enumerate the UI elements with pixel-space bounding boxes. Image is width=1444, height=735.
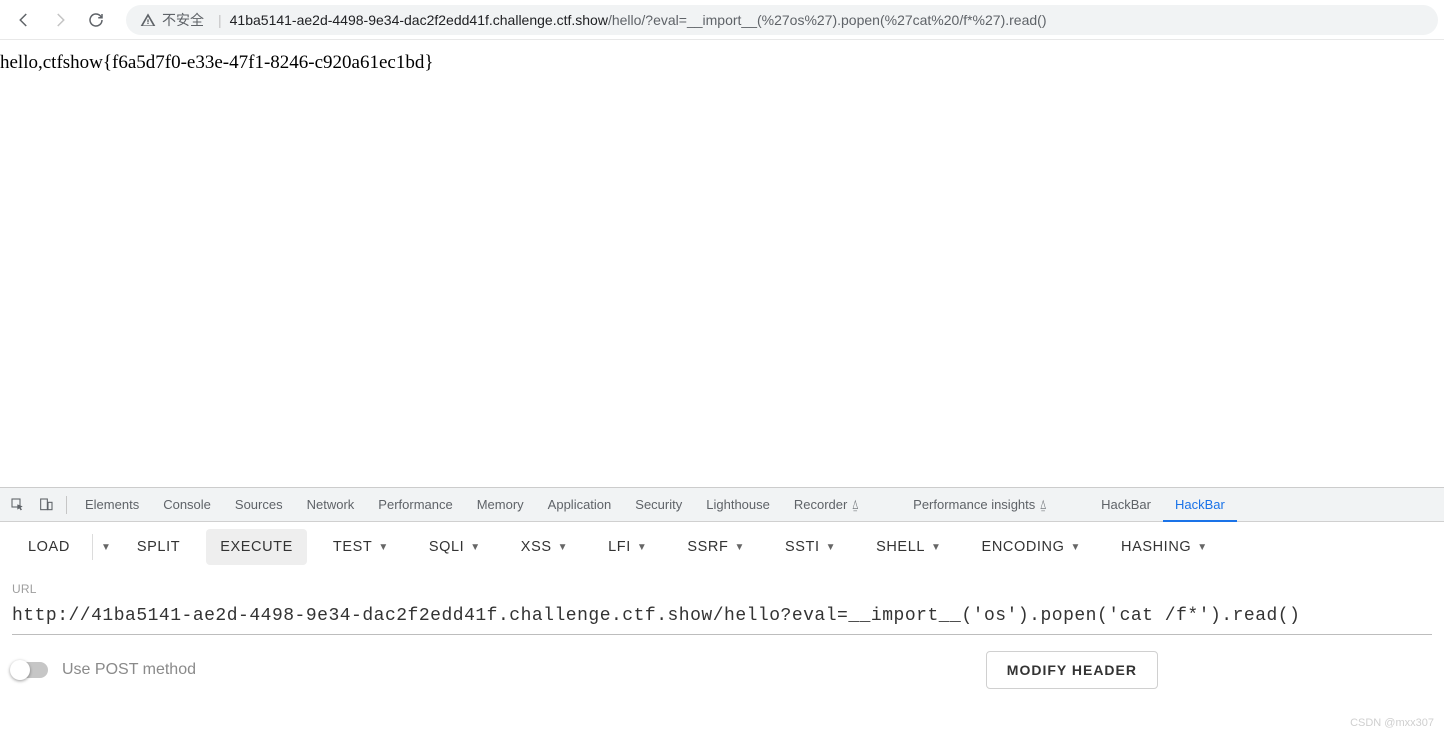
tab-sources[interactable]: Sources	[223, 488, 295, 522]
reload-button[interactable]	[80, 4, 112, 36]
tab-security[interactable]: Security	[623, 488, 694, 522]
address-host: 41ba5141-ae2d-4498-9e34-dac2f2edd41f.cha…	[230, 12, 608, 28]
tab-recorder[interactable]: Recorder ⍙	[782, 488, 871, 522]
hashing-menu-label: HASHING	[1121, 539, 1191, 555]
browser-toolbar: 不安全 | 41ba5141-ae2d-4498-9e34-dac2f2edd4…	[0, 0, 1444, 40]
inspect-button[interactable]	[4, 491, 32, 519]
sqli-menu[interactable]: SQLI ▼	[415, 529, 495, 565]
hackbar-toolbar: LOAD ▼ SPLIT EXECUTE TEST ▼ SQLI ▼ XSS ▼ LF…	[0, 522, 1444, 572]
tab-hackbar-1[interactable]: HackBar	[1089, 488, 1163, 522]
ssti-menu-label: SSTI	[785, 539, 820, 555]
lfi-menu[interactable]: LFI ▼	[594, 529, 661, 565]
hashing-menu[interactable]: HASHING ▼	[1107, 529, 1222, 565]
execute-button[interactable]: EXECUTE	[206, 529, 307, 565]
chevron-down-icon: ▼	[558, 542, 569, 553]
tab-memory[interactable]: Memory	[465, 488, 536, 522]
devtools-tab-bar: Elements Console Sources Network Perform…	[0, 488, 1444, 522]
url-field-label: URL	[12, 582, 1432, 596]
lfi-menu-label: LFI	[608, 539, 631, 555]
address-path: /hello/?eval=__import__(%27os%27).popen(…	[608, 12, 1047, 28]
chevron-down-icon: ▼	[931, 542, 942, 553]
shell-menu[interactable]: SHELL ▼	[862, 529, 955, 565]
tab-performance[interactable]: Performance	[366, 488, 464, 522]
xss-menu[interactable]: XSS ▼	[507, 529, 582, 565]
ssti-menu[interactable]: SSTI ▼	[771, 529, 850, 565]
chevron-down-icon: ▼	[378, 542, 389, 553]
test-menu-label: TEST	[333, 539, 372, 555]
insecure-warning-icon	[140, 12, 156, 28]
flask-icon: ⍙	[851, 497, 859, 512]
address-bar[interactable]: 不安全 | 41ba5141-ae2d-4498-9e34-dac2f2edd4…	[126, 5, 1438, 35]
chevron-down-icon: ▼	[826, 542, 837, 553]
post-method-toggle[interactable]	[12, 662, 48, 678]
tab-network[interactable]: Network	[295, 488, 367, 522]
post-toggle-label: Use POST method	[62, 661, 196, 679]
tab-performance-insights[interactable]: Performance insights ⍙	[901, 488, 1059, 522]
flask-icon: ⍙	[1039, 497, 1047, 512]
tab-lighthouse[interactable]: Lighthouse	[694, 488, 782, 522]
devtools-panel: Elements Console Sources Network Perform…	[0, 487, 1444, 735]
device-toggle-button[interactable]	[32, 491, 60, 519]
tab-application[interactable]: Application	[536, 488, 624, 522]
tab-hackbar-2[interactable]: HackBar	[1163, 488, 1237, 522]
reload-icon	[87, 11, 105, 29]
load-dropdown-caret[interactable]: ▼	[95, 529, 117, 565]
devtools-divider	[66, 496, 67, 514]
page-text: hello,ctfshow{f6a5d7f0-e33e-47f1-8246-c9…	[0, 52, 433, 73]
tab-recorder-label: Recorder	[794, 497, 847, 512]
shell-menu-label: SHELL	[876, 539, 925, 555]
tab-perf-insights-label: Performance insights	[913, 497, 1035, 512]
url-input[interactable]	[12, 602, 1432, 635]
load-button[interactable]: LOAD	[14, 529, 84, 565]
toolbar-divider	[92, 534, 93, 560]
xss-menu-label: XSS	[521, 539, 552, 555]
inspect-icon	[10, 497, 26, 513]
chevron-down-icon: ▼	[734, 542, 745, 553]
chevron-down-icon: ▼	[1071, 542, 1082, 553]
tab-console[interactable]: Console	[151, 488, 223, 522]
hackbar-form: URL Use POST method MODIFY HEADER	[0, 572, 1444, 689]
ssrf-menu[interactable]: SSRF ▼	[673, 529, 759, 565]
encoding-menu-label: ENCODING	[982, 539, 1065, 555]
arrow-right-icon	[51, 11, 69, 29]
split-button[interactable]: SPLIT	[123, 529, 194, 565]
test-menu[interactable]: TEST ▼	[319, 529, 403, 565]
forward-button[interactable]	[44, 4, 76, 36]
encoding-menu[interactable]: ENCODING ▼	[968, 529, 1095, 565]
back-button[interactable]	[8, 4, 40, 36]
watermark: CSDN @mxx307	[1350, 717, 1434, 729]
chevron-down-icon: ▼	[637, 542, 648, 553]
ssrf-menu-label: SSRF	[687, 539, 728, 555]
tab-elements[interactable]: Elements	[73, 488, 151, 522]
device-icon	[38, 497, 54, 513]
security-status-text: 不安全	[162, 10, 204, 30]
toggle-knob	[10, 660, 30, 680]
chevron-down-icon: ▼	[1197, 542, 1208, 553]
chevron-down-icon: ▼	[470, 542, 481, 553]
page-body: hello,ctfshow{f6a5d7f0-e33e-47f1-8246-c9…	[0, 40, 1444, 74]
arrow-left-icon	[15, 11, 33, 29]
address-separator: |	[218, 12, 222, 28]
modify-header-button[interactable]: MODIFY HEADER	[986, 651, 1158, 689]
sqli-menu-label: SQLI	[429, 539, 464, 555]
